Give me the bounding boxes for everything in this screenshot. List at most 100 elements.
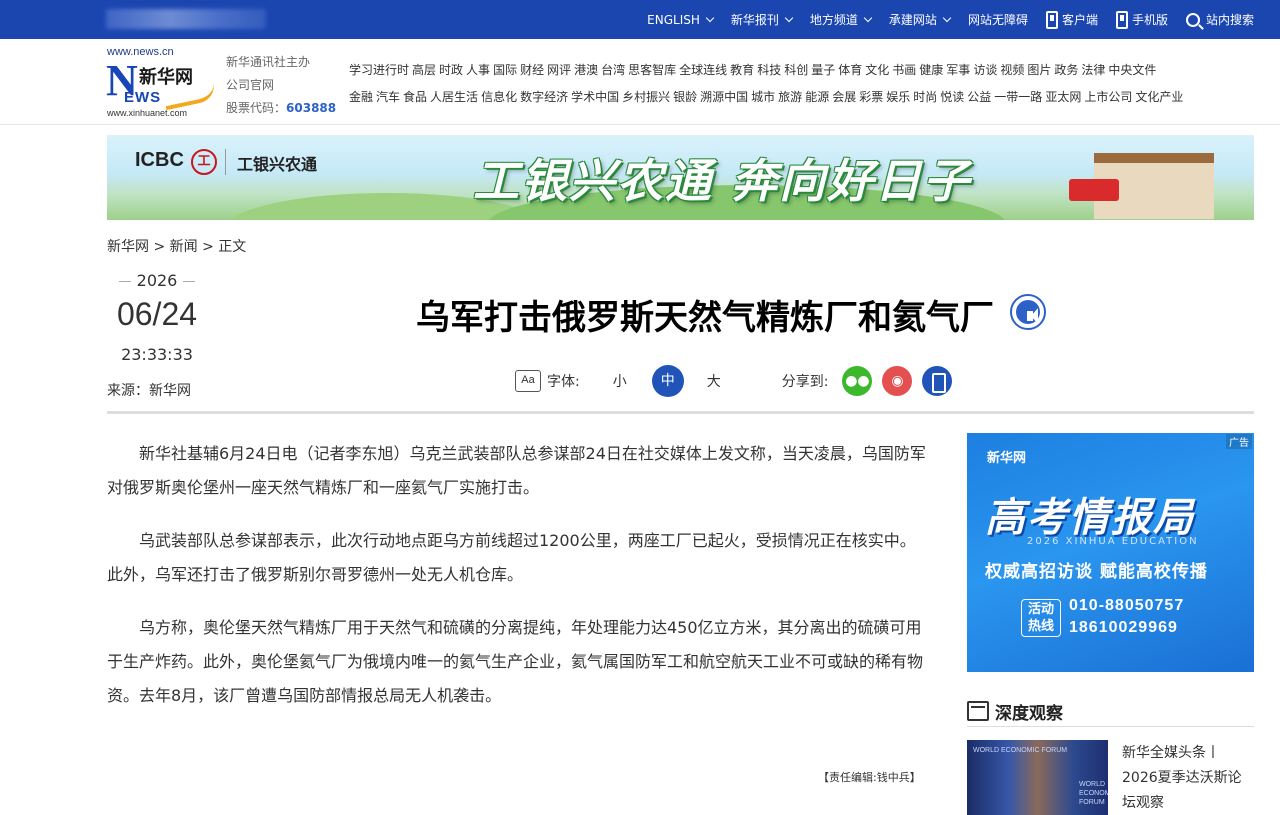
channel-link[interactable]: 时尚: [913, 84, 937, 111]
ad-tag: 广告: [1226, 434, 1252, 449]
mobile-icon: [922, 366, 952, 396]
channel-link[interactable]: 信息化: [481, 84, 517, 111]
channel-link[interactable]: 港澳: [574, 57, 598, 84]
stock-label: 股票代码：: [226, 101, 287, 115]
channel-link[interactable]: 中央文件: [1108, 57, 1156, 84]
xinhuanet-logo[interactable]: www.news.cn N 新华网 EWS www.xinhuanet.com: [106, 45, 218, 119]
channel-link[interactable]: 教育: [730, 57, 754, 84]
org-info: 新华通讯社主办 公司官网 股票代码：603888: [226, 51, 336, 120]
channel-link[interactable]: 娱乐: [886, 84, 910, 111]
publish-year: 2026: [118, 271, 195, 290]
share-label: 分享到:: [781, 374, 829, 390]
speaker-icon: [1016, 300, 1040, 324]
channel-link[interactable]: 一带一路: [994, 84, 1042, 111]
article-tools: Aa 字体: 小 中 大 分享到: ●● ◉: [515, 365, 953, 397]
channel-link[interactable]: 文化: [865, 57, 889, 84]
channel-link[interactable]: 台湾: [601, 57, 625, 84]
channel-link[interactable]: 亚太网: [1045, 84, 1081, 111]
channel-link[interactable]: 悦读: [940, 84, 964, 111]
article-paragraph: 新华社基辅6月24日电（记者李东旭）乌克兰武装部队总参谋部24日在社交媒体上发文…: [107, 444, 926, 497]
channel-link[interactable]: 书画: [892, 57, 916, 84]
channel-link[interactable]: 旅游: [778, 84, 802, 111]
font-medium-button[interactable]: 中: [651, 365, 684, 397]
icbc-mark: 工: [191, 149, 217, 175]
nav-english-label: ENGLISH: [647, 12, 700, 27]
breadcrumb-sep: >: [153, 239, 166, 255]
channel-link[interactable]: 访谈: [973, 57, 997, 84]
channel-link[interactable]: 文化产业: [1135, 84, 1183, 111]
font-large-button[interactable]: 大: [704, 371, 724, 391]
channel-link[interactable]: 时政: [439, 57, 463, 84]
channel-link[interactable]: 法律: [1081, 57, 1105, 84]
channel-link[interactable]: 人居生活: [430, 84, 478, 111]
font-small-button[interactable]: 小: [610, 371, 630, 391]
nav-mobile-label: 手机版: [1131, 13, 1168, 27]
channel-link[interactable]: 视频: [1000, 57, 1024, 84]
article-paragraph: 乌武装部队总参谋部表示，此次行动地点距乌方前线超过1200公里，两座工厂已起火，…: [107, 531, 916, 584]
channel-link[interactable]: 人事: [466, 57, 490, 84]
breadcrumb-news[interactable]: 新闻: [170, 239, 198, 255]
nav-newspapers-label: 新华报刊: [730, 13, 779, 27]
nav-english[interactable]: ENGLISH: [647, 12, 715, 27]
channel-link[interactable]: 健康: [919, 57, 943, 84]
channel-link[interactable]: 军事: [946, 57, 970, 84]
channel-link[interactable]: 科技: [757, 57, 781, 84]
read-aloud-button[interactable]: [1010, 294, 1046, 330]
channel-link[interactable]: 公益: [967, 84, 991, 111]
channel-link[interactable]: 网评: [547, 57, 571, 84]
wechat-share-button[interactable]: ●●: [842, 366, 873, 396]
font-label: 字体:: [547, 374, 580, 390]
channel-link[interactable]: 图片: [1027, 57, 1051, 84]
channel-link[interactable]: 高层: [412, 57, 436, 84]
banner-brand: 工银兴农通: [237, 155, 318, 174]
nav-built-sites[interactable]: 承建网站: [889, 11, 952, 28]
channel-link[interactable]: 体育: [838, 57, 862, 84]
channel-link[interactable]: 思客智库: [628, 57, 676, 84]
mobile-icon: [1115, 10, 1128, 29]
channel-link[interactable]: 金融: [349, 84, 373, 111]
channel-link[interactable]: 财经: [520, 57, 544, 84]
chevron-down-icon: [863, 13, 873, 22]
nav-local-channels[interactable]: 地方频道: [810, 11, 873, 28]
icbc-banner-ad[interactable]: ICBC 工 工银兴农通 工银兴农通 奔向好日子: [107, 135, 1254, 220]
nav-mobile[interactable]: 手机版: [1115, 10, 1168, 29]
gaokao-ad[interactable]: 广告 新华网 高考情报局 2026 XINHUA EDUCATION 权威高招访…: [967, 433, 1254, 672]
channel-link[interactable]: 国际: [493, 57, 517, 84]
top-nav: ENGLISH 新华报刊 地方频道 承建网站 网站无障碍 客户端 手机版 站内搜…: [629, 0, 1254, 39]
channel-link[interactable]: 溯源中国: [700, 84, 748, 111]
channel-link[interactable]: 能源: [805, 84, 829, 111]
channel-link[interactable]: 彩票: [859, 84, 883, 111]
ad-subtitle: 权威高招访谈 赋能高校传播: [985, 562, 1208, 582]
channel-link[interactable]: 学术中国: [571, 84, 619, 111]
nav-client[interactable]: 客户端: [1045, 10, 1098, 29]
nav-client-label: 客户端: [1061, 13, 1098, 27]
channel-link[interactable]: 城市: [751, 84, 775, 111]
channel-link[interactable]: 全球连线: [679, 57, 727, 84]
channel-link[interactable]: 量子: [811, 57, 835, 84]
channel-link[interactable]: 汽车: [376, 84, 400, 111]
publish-month-day: 06/24: [116, 296, 198, 332]
banner-separator: [225, 149, 226, 175]
channel-link[interactable]: 上市公司: [1084, 84, 1132, 111]
mobile-share-button[interactable]: [922, 366, 953, 396]
stock-code[interactable]: 603888: [286, 101, 336, 115]
nav-accessibility-label: 网站无障碍: [967, 13, 1028, 27]
nav-site-search[interactable]: 站内搜索: [1185, 11, 1254, 28]
depth-item-link[interactable]: 新华全媒头条丨2026夏季达沃斯论坛观察: [1122, 741, 1254, 815]
channel-link[interactable]: 数字经济: [520, 84, 568, 111]
channel-link[interactable]: 银龄: [673, 84, 697, 111]
channel-link[interactable]: 学习进行时: [349, 57, 409, 84]
channel-link[interactable]: 食品: [403, 84, 427, 111]
channel-link[interactable]: 科创: [784, 57, 808, 84]
channel-link[interactable]: 乡村振兴: [622, 84, 670, 111]
channel-link[interactable]: 会展: [832, 84, 856, 111]
depth-item-image[interactable]: WORLD ECONOMIC FORUM WORLD ECONOMIC FORU…: [967, 740, 1108, 815]
breadcrumb-home[interactable]: 新华网: [107, 239, 149, 255]
org-line1: 新华通讯社主办: [226, 55, 311, 69]
nav-newspapers[interactable]: 新华报刊: [730, 11, 794, 28]
wef-text: WORLD ECONOMIC FORUM: [973, 747, 1068, 754]
depth-title: 深度观察: [995, 703, 1063, 724]
nav-accessibility[interactable]: 网站无障碍: [968, 11, 1028, 28]
weibo-share-button[interactable]: ◉: [882, 366, 913, 396]
channel-link[interactable]: 政务: [1054, 57, 1078, 84]
